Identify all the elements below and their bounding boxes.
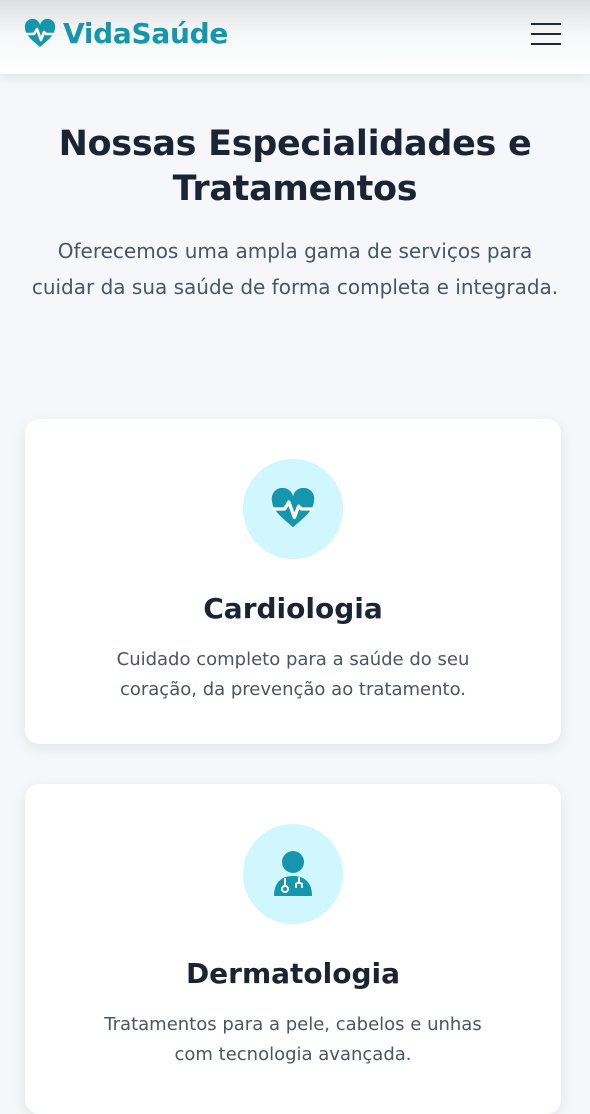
page-subtitle: Oferecemos uma ampla gama de serviços pa… xyxy=(31,239,559,299)
site-header: VidaSaúde xyxy=(0,0,590,74)
heart-pulse-icon xyxy=(24,19,56,47)
card-title: Cardiologia xyxy=(203,592,383,625)
card-description: Cuidado completo para a saúde do seu cor… xyxy=(116,649,470,700)
specialty-card-dermatology[interactable]: Dermatologia Tratamentos para a pele, ca… xyxy=(25,784,561,1114)
card-description: Tratamentos para a pele, cabelos e unhas… xyxy=(104,1014,482,1065)
heart-pulse-icon xyxy=(271,488,315,528)
hamburger-menu-icon[interactable] xyxy=(529,21,563,47)
icon-circle xyxy=(243,459,343,559)
specialty-card-cardiology[interactable]: Cardiologia Cuidado completo para a saúd… xyxy=(25,419,561,744)
brand-logo[interactable]: VidaSaúde xyxy=(24,17,228,51)
icon-circle xyxy=(243,824,343,924)
brand-name: VidaSaúde xyxy=(63,17,229,50)
page-title: Nossas Especialidades e Tratamentos xyxy=(58,124,532,209)
card-title: Dermatologia xyxy=(185,957,401,990)
doctor-icon xyxy=(274,851,312,896)
